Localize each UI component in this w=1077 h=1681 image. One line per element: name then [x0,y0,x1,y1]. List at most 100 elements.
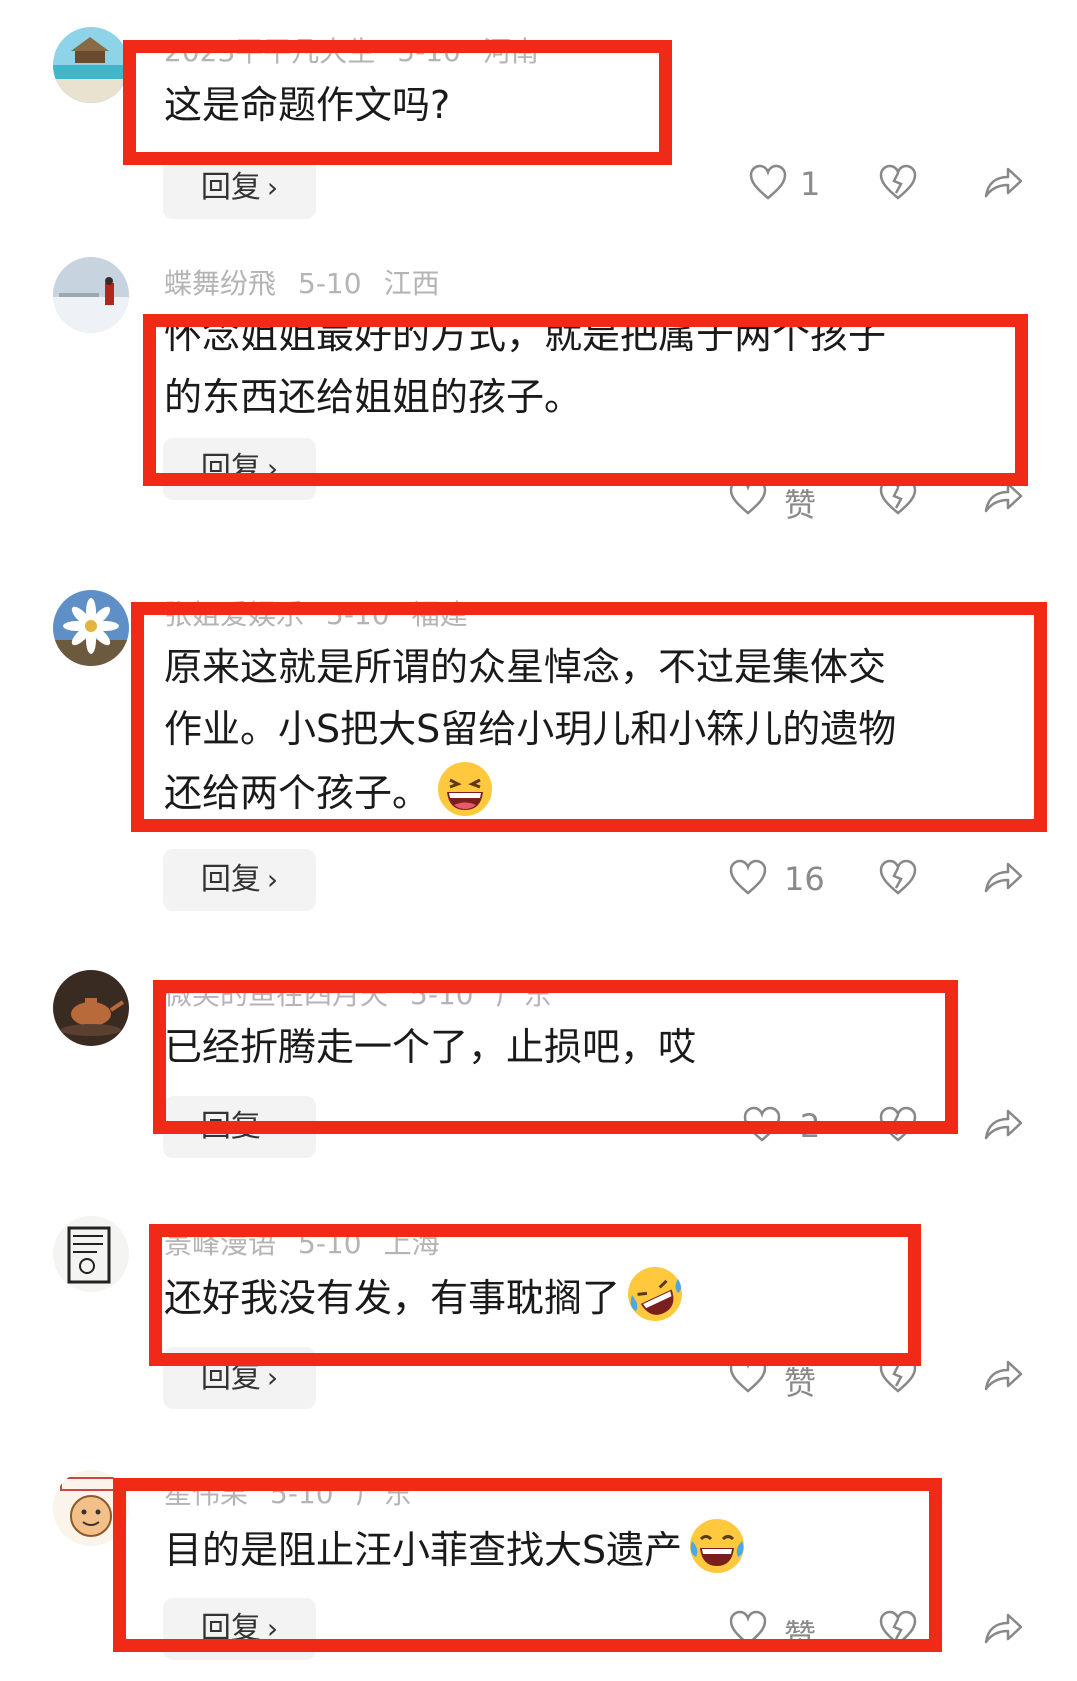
broken-heart-icon [879,1357,917,1393]
comment-line: 已经折腾走一个了，止损吧，哎 [164,1025,697,1069]
like-button[interactable] [742,1105,782,1143]
like-count: 赞 [784,1617,817,1655]
comment-text: 目的是阻止汪小菲查找大S遗产 [164,1517,746,1581]
like-count: 2 [800,1107,821,1145]
user-avatar[interactable] [53,1470,129,1546]
dislike-button[interactable] [878,478,918,516]
username[interactable]: 微笑的鱼在四月天 [164,978,388,1011]
username[interactable]: 蝶舞纷飛 [164,267,276,300]
cartoon-avatar-image [53,1470,129,1546]
comment-date: 5-10 [397,35,461,68]
comment-actions: 2 [0,1105,1077,1155]
comment-text: 这是命题作文吗? [164,74,450,136]
comment-text: 原来这就是所谓的众星悼念，不过是集体交 作业。小S把大S留给小玥儿和小箖儿的遗物… [164,636,896,824]
comment-line: 目的是阻止汪小菲查找大S遗产 [164,1528,683,1572]
comment-text: 怀念姐姐最好的方式，就是把属于两个孩子 的东西还给姐姐的孩子。 [164,304,886,428]
share-button[interactable] [982,858,1024,896]
teapot-avatar-image [53,970,129,1046]
like-count: 16 [784,860,825,898]
comment-line-with-emoji: 还给两个孩子。 [164,760,896,824]
share-button[interactable] [982,478,1024,516]
broken-heart-icon [879,1106,917,1142]
comment-meta: 星伟果 5-10 广东 [164,1472,434,1512]
user-avatar[interactable] [53,590,129,666]
grin-emoji [436,760,494,818]
broken-heart-icon [879,164,917,200]
user-avatar[interactable] [53,970,129,1046]
snow-avatar-image [53,257,129,333]
broken-heart-icon [879,859,917,895]
sketch-avatar-image [53,1216,129,1292]
like-count: 赞 [784,486,817,524]
user-avatar[interactable] [53,1216,129,1292]
heart-outline-icon [729,479,767,515]
comment-location: 广东 [495,978,552,1011]
comment-line: 怀念姐姐最好的方式，就是把属于两个孩子 [164,313,887,357]
comment-date: 5-10 [326,598,390,631]
username[interactable]: 2023平平凡大生 [164,35,375,68]
share-button[interactable] [982,1105,1024,1143]
comment-line: 作业。小S把大S留给小玥儿和小箖儿的遗物 [164,707,897,751]
heart-outline-icon [729,1610,767,1646]
broken-heart-icon [879,479,917,515]
like-count: 1 [800,165,821,203]
comment-meta: 蝶舞纷飛 5-10 江西 [164,262,462,302]
share-arrow-icon [984,1613,1023,1644]
comment-text: 还好我没有发，有事耽搁了 [164,1265,684,1329]
like-button[interactable] [748,163,788,201]
comment-location: 上海 [383,1227,440,1260]
comment-location: 广东 [355,1477,412,1510]
comment-date: 5-10 [410,978,474,1011]
comment-text: 已经折腾走一个了，止损吧，哎 [164,1016,696,1078]
share-button[interactable] [982,1356,1024,1394]
heart-outline-icon [749,164,787,200]
broken-heart-icon [879,1610,917,1646]
beach-avatar-image [53,27,129,103]
heart-outline-icon [729,859,767,895]
share-arrow-icon [984,167,1023,198]
share-button[interactable] [982,1609,1024,1647]
heart-outline-icon [743,1106,781,1142]
username[interactable]: 星伟果 [164,1477,248,1510]
flower-avatar-image [53,590,129,666]
comment-meta: 微笑的鱼在四月天 5-10 广东 [164,973,574,1013]
comment-line: 还好我没有发，有事耽搁了 [164,1276,621,1320]
user-avatar[interactable] [53,257,129,333]
comment-meta: 景峰漫语 5-10 上海 [164,1222,462,1262]
username[interactable]: 张姐爱娱乐 [164,598,304,631]
comment-meta: 张姐爱娱乐 5-10 福建 [164,593,490,633]
rofl-emoji [626,1265,684,1323]
user-avatar[interactable] [53,27,129,103]
comment-actions: 赞 [0,1356,1077,1406]
like-button[interactable] [728,858,768,896]
comment-line: 的东西还给姐姐的孩子。 [164,375,583,419]
like-button[interactable] [728,478,768,516]
dislike-button[interactable] [878,1105,918,1143]
comment-actions: 16 [0,858,1077,908]
comment-line: 这是命题作文吗? [164,83,451,127]
comment-actions: 赞 [0,1609,1077,1659]
comment-location: 河南 [482,35,539,68]
dislike-button[interactable] [878,1609,918,1647]
comment-line-with-emoji: 还好我没有发，有事耽搁了 [164,1265,684,1329]
dislike-button[interactable] [878,1356,918,1394]
like-count: 赞 [784,1364,817,1402]
dislike-button[interactable] [878,163,918,201]
comment-date: 5-10 [270,1477,334,1510]
share-button[interactable] [982,163,1024,201]
comment-location: 江西 [383,267,440,300]
dislike-button[interactable] [878,858,918,896]
share-arrow-icon [984,1109,1023,1140]
share-arrow-icon [984,1360,1023,1391]
share-arrow-icon [984,862,1023,893]
tears-joy-emoji [688,1517,746,1575]
comment-line-with-emoji: 目的是阻止汪小菲查找大S遗产 [164,1517,746,1581]
comment-line: 原来这就是所谓的众星悼念，不过是集体交 [164,645,887,689]
like-button[interactable] [728,1609,768,1647]
username[interactable]: 景峰漫语 [164,1227,276,1260]
share-arrow-icon [984,482,1023,513]
comment-line: 还给两个孩子。 [164,771,431,815]
heart-outline-icon [729,1357,767,1393]
like-button[interactable] [728,1356,768,1394]
comment-date: 5-10 [298,1227,362,1260]
